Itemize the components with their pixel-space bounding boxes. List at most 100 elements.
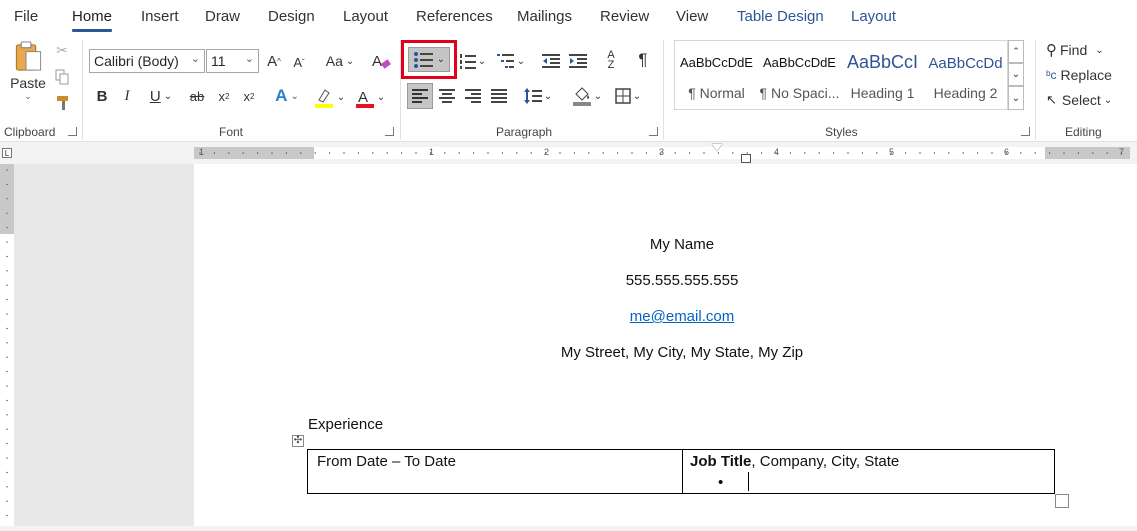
styles-scroll-up-icon[interactable]: ⌃: [1008, 40, 1024, 63]
font-name-combo[interactable]: Calibri (Body) ⌄: [89, 49, 205, 73]
shrink-font-icon[interactable]: Aˇ: [290, 51, 308, 73]
experience-heading[interactable]: Experience: [308, 416, 383, 433]
table-move-handle-icon[interactable]: ✣: [292, 435, 304, 447]
bullets-button[interactable]: ⌄: [408, 47, 450, 72]
superscript-icon[interactable]: x2: [240, 85, 258, 107]
style-name: ¶ No Spaci...: [759, 85, 840, 101]
bullet-point[interactable]: •: [718, 474, 723, 491]
styles-more-icon[interactable]: ⌄: [1008, 86, 1024, 110]
style-no-spacing[interactable]: AaBbCcDdE ¶ No Spaci...: [758, 41, 841, 111]
grow-font-icon[interactable]: A ^: [264, 50, 284, 72]
ruler-number: 6: [1004, 147, 1010, 157]
group-divider: [663, 40, 664, 140]
tab-mailings[interactable]: Mailings: [517, 8, 572, 25]
align-left-icon[interactable]: [407, 83, 433, 109]
tab-references[interactable]: References: [416, 8, 493, 25]
chevron-down-icon: ⌄: [436, 54, 446, 65]
underline-icon[interactable]: U ⌄: [144, 85, 178, 107]
chevron-down-icon: ⌄: [1095, 44, 1104, 56]
tab-table-design[interactable]: Table Design: [737, 8, 824, 25]
first-line-indent-marker[interactable]: [712, 144, 722, 151]
replace-button[interactable]: ᵇc Replace: [1046, 64, 1136, 86]
tab-table-layout[interactable]: Layout: [851, 8, 896, 25]
table-cell-dates[interactable]: From Date – To Date: [317, 453, 456, 470]
tab-view[interactable]: View: [676, 8, 708, 25]
resume-address[interactable]: My Street, My City, My State, My Zip: [194, 344, 1137, 361]
sort-icon[interactable]: AZ: [600, 48, 622, 72]
style-name: Heading 2: [933, 85, 998, 101]
tab-layout[interactable]: Layout: [343, 8, 388, 25]
tab-insert[interactable]: Insert: [141, 8, 179, 25]
hanging-indent-marker[interactable]: [741, 154, 751, 163]
bullets-highlight-box: ⌄: [401, 40, 457, 79]
font-size-value: 11: [211, 53, 226, 69]
font-size-combo[interactable]: 11 ⌄: [206, 49, 259, 73]
horizontal-ruler[interactable]: L 1 1 2 3 4 5 6 7: [0, 142, 1137, 164]
group-divider: [82, 40, 83, 140]
chevron-down-icon: ⌄: [1103, 94, 1113, 106]
font-launcher-icon[interactable]: [385, 127, 394, 136]
resume-phone[interactable]: 555.555.555.555: [194, 272, 1137, 289]
align-right-icon[interactable]: [462, 84, 484, 108]
vertical-ruler[interactable]: [0, 164, 14, 526]
chevron-down-icon: ⌄: [290, 90, 299, 102]
increase-indent-icon[interactable]: [567, 50, 589, 72]
align-center-icon[interactable]: [436, 84, 458, 108]
cut-icon[interactable]: ✂: [54, 41, 70, 59]
tab-design[interactable]: Design: [268, 8, 315, 25]
text-effects-icon[interactable]: A ⌄: [270, 85, 304, 107]
select-button[interactable]: ↖ Select ⌄: [1046, 89, 1126, 111]
italic-icon[interactable]: I: [119, 85, 135, 107]
email-link[interactable]: me@email.com: [630, 308, 734, 325]
table-column-divider: [682, 450, 683, 493]
format-painter-icon[interactable]: [54, 94, 72, 112]
style-normal[interactable]: AaBbCcDdE ¶ Normal: [675, 41, 758, 111]
decrease-indent-icon[interactable]: [540, 50, 562, 72]
tab-file[interactable]: File: [14, 8, 38, 25]
style-heading-1[interactable]: AaBbCcI Heading 1: [841, 41, 924, 111]
style-heading-2[interactable]: AaBbCcDd Heading 2: [924, 41, 1007, 111]
change-case-button[interactable]: Aa ⌄: [322, 50, 358, 72]
find-button[interactable]: ⚲ Find ⌄: [1046, 39, 1126, 61]
numbering-button[interactable]: ⌄: [457, 50, 489, 72]
table-resize-handle-icon[interactable]: [1055, 494, 1069, 508]
ruler-ticks: [199, 152, 1123, 154]
line-spacing-icon: [523, 88, 542, 104]
style-name: Heading 1: [850, 85, 915, 101]
ruler-number: 5: [889, 147, 895, 157]
document-page[interactable]: My Name 555.555.555.555 me@email.com My …: [194, 164, 1137, 526]
resume-name[interactable]: My Name: [194, 236, 1137, 253]
clipboard-launcher-icon[interactable]: [68, 127, 77, 136]
bold-icon[interactable]: B: [93, 85, 111, 107]
ruler-number: 1: [199, 147, 205, 157]
style-name: ¶ Normal: [688, 85, 745, 101]
copy-icon[interactable]: [54, 68, 70, 86]
table-cell-job[interactable]: Job Title, Company, City, State: [690, 453, 899, 470]
experience-table[interactable]: From Date – To Date Job Title, Company, …: [307, 449, 1055, 494]
shading-button[interactable]: ⌄: [568, 84, 606, 108]
multilevel-list-button[interactable]: ⌄: [495, 50, 527, 72]
highlight-color-icon[interactable]: ⌄: [311, 85, 347, 109]
tab-home[interactable]: Home: [72, 8, 113, 32]
paste-button[interactable]: Paste ⌄: [8, 40, 48, 102]
cursor-icon: ↖: [1046, 92, 1057, 107]
styles-scroll-down-icon[interactable]: ⌄: [1008, 63, 1024, 86]
subscript-icon[interactable]: x2: [215, 85, 233, 107]
chevron-down-icon: ⌄: [376, 91, 386, 103]
tab-draw[interactable]: Draw: [205, 8, 240, 25]
resume-email-line[interactable]: me@email.com: [194, 308, 1137, 325]
justify-icon[interactable]: [488, 84, 510, 108]
clear-formatting-icon[interactable]: A: [370, 50, 392, 72]
tab-review[interactable]: Review: [600, 8, 649, 25]
styles-launcher-icon[interactable]: [1021, 127, 1030, 136]
line-spacing-button[interactable]: ⌄: [520, 84, 556, 108]
multilevel-list-icon: [496, 54, 514, 68]
chevron-down-icon: ⌄: [543, 90, 553, 102]
ruler-number: 7: [1119, 147, 1125, 157]
font-color-icon[interactable]: A ⌄: [351, 85, 389, 109]
show-formatting-icon[interactable]: ¶: [632, 48, 654, 72]
borders-button[interactable]: ⌄: [610, 84, 646, 108]
style-sample: AaBbCcDdE: [680, 55, 753, 70]
strikethrough-icon[interactable]: ab: [186, 85, 208, 107]
paragraph-launcher-icon[interactable]: [649, 127, 658, 136]
